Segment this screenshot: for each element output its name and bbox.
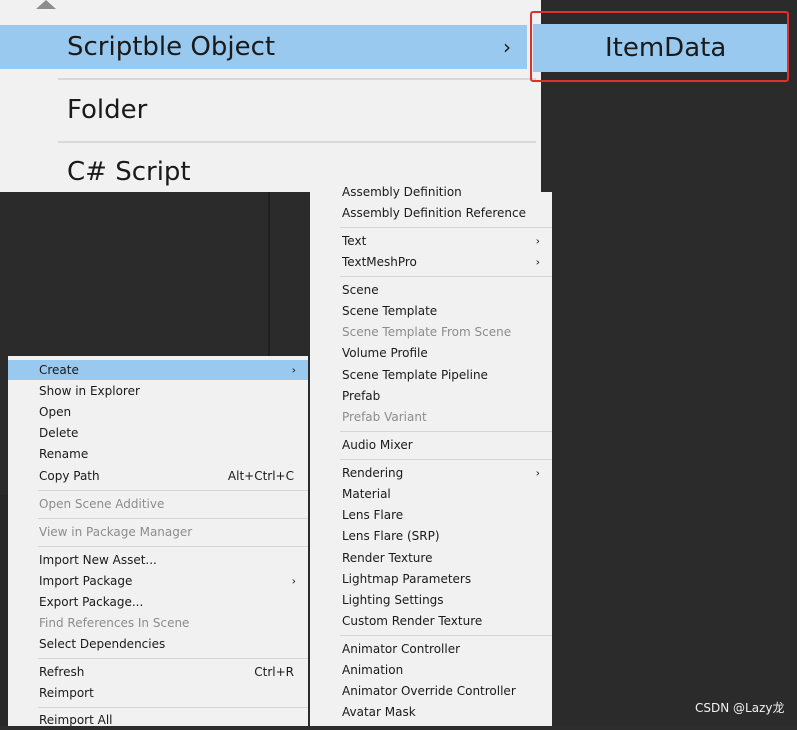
menu-separator xyxy=(340,635,552,636)
menu-item-prefab[interactable]: Prefab xyxy=(310,386,552,406)
menu-item-folder[interactable]: Folder xyxy=(0,88,527,132)
menu-item-import-new-asset[interactable]: Import New Asset... xyxy=(8,550,308,570)
menu-item-find-references-in-scene: Find References In Scene xyxy=(39,616,190,630)
menu-item-open-scene-additive: Open Scene Additive xyxy=(39,497,165,511)
highlight-callout-box xyxy=(530,11,789,82)
chevron-right-icon: › xyxy=(503,35,511,59)
project-context-menu: Create › Show in Explorer Open Delete Re… xyxy=(8,356,308,727)
menu-item-textmeshpro[interactable]: TextMeshPro › xyxy=(310,252,552,272)
menu-item-scene-template[interactable]: Scene Template xyxy=(310,301,552,321)
chevron-right-icon: › xyxy=(535,234,540,248)
shortcut-label: Alt+Ctrl+C xyxy=(227,469,294,483)
menu-separator xyxy=(38,707,308,708)
menu-separator xyxy=(340,227,552,228)
menu-item-scriptble-object[interactable]: Scriptble Object › xyxy=(0,25,527,69)
menu-item-delete[interactable]: Delete xyxy=(8,423,308,443)
menu-item-reimport[interactable]: Reimport xyxy=(8,683,308,703)
menu-item-scene-template-from-scene: Scene Template From Scene xyxy=(342,325,512,339)
menu-item-prefab-variant: Prefab Variant xyxy=(342,410,427,424)
menu-separator xyxy=(38,490,308,491)
menu-item-scene-template-pipeline[interactable]: Scene Template Pipeline xyxy=(310,365,552,385)
watermark: CSDN @Lazy龙 xyxy=(695,701,785,715)
chevron-right-icon: › xyxy=(291,574,296,588)
menu-item-assembly-definition[interactable]: Assembly Definition xyxy=(310,182,552,202)
menu-item-audio-mixer[interactable]: Audio Mixer xyxy=(310,435,552,455)
menu-item-animator-controller[interactable]: Animator Controller xyxy=(310,639,552,659)
menu-item-custom-render-texture[interactable]: Custom Render Texture xyxy=(310,611,552,631)
menu-item-copy-path[interactable]: Copy Path Alt+Ctrl+C xyxy=(8,466,308,486)
editor-edge-strip xyxy=(0,495,8,726)
menu-item-lens-flare-srp[interactable]: Lens Flare (SRP) xyxy=(310,526,552,546)
zoomed-create-menu: Scriptble Object › Folder C# Script xyxy=(0,0,541,192)
menu-separator xyxy=(340,276,552,277)
scroll-up-arrow-icon[interactable] xyxy=(36,0,56,9)
menu-separator xyxy=(38,518,308,519)
menu-item-material[interactable]: Material xyxy=(310,484,552,504)
menu-item-import-package[interactable]: Import Package › xyxy=(8,571,308,591)
menu-item-lens-flare[interactable]: Lens Flare xyxy=(310,505,552,525)
menu-separator xyxy=(38,658,308,659)
chevron-right-icon: › xyxy=(535,466,540,480)
menu-item-avatar-mask[interactable]: Avatar Mask xyxy=(310,702,552,722)
menu-item-reimport-all[interactable]: Reimport All xyxy=(8,710,308,730)
chevron-right-icon: › xyxy=(535,255,540,269)
menu-item-lighting-settings[interactable]: Lighting Settings xyxy=(310,590,552,610)
menu-separator xyxy=(58,141,536,143)
menu-item-scene[interactable]: Scene xyxy=(310,280,552,300)
menu-item-rename[interactable]: Rename xyxy=(8,444,308,464)
menu-item-text[interactable]: Text › xyxy=(310,231,552,251)
menu-item-export-package[interactable]: Export Package... xyxy=(8,592,308,612)
menu-item-refresh[interactable]: Refresh Ctrl+R xyxy=(8,662,308,682)
menu-item-open[interactable]: Open xyxy=(8,402,308,422)
menu-separator xyxy=(38,546,308,547)
menu-item-animation[interactable]: Animation xyxy=(310,660,552,680)
shortcut-label: Ctrl+R xyxy=(254,665,294,679)
menu-item-show-in-explorer[interactable]: Show in Explorer xyxy=(8,381,308,401)
menu-separator xyxy=(58,78,536,80)
menu-item-render-texture[interactable]: Render Texture xyxy=(310,548,552,568)
menu-separator xyxy=(340,431,552,432)
menu-item-assembly-definition-reference[interactable]: Assembly Definition Reference xyxy=(310,203,552,223)
menu-item-animator-override-controller[interactable]: Animator Override Controller xyxy=(310,681,552,701)
menu-item-view-in-package-manager: View in Package Manager xyxy=(39,525,193,539)
create-submenu: Assembly Definition Assembly Definition … xyxy=(310,185,552,726)
menu-separator xyxy=(340,459,552,460)
menu-item-lightmap-parameters[interactable]: Lightmap Parameters xyxy=(310,569,552,589)
menu-item-create[interactable]: Create › xyxy=(8,360,308,380)
chevron-right-icon: › xyxy=(291,363,296,377)
menu-item-volume-profile[interactable]: Volume Profile xyxy=(310,343,552,363)
panel-divider xyxy=(268,192,270,360)
menu-item-select-dependencies[interactable]: Select Dependencies xyxy=(8,634,308,654)
menu-item-rendering[interactable]: Rendering › xyxy=(310,463,552,483)
